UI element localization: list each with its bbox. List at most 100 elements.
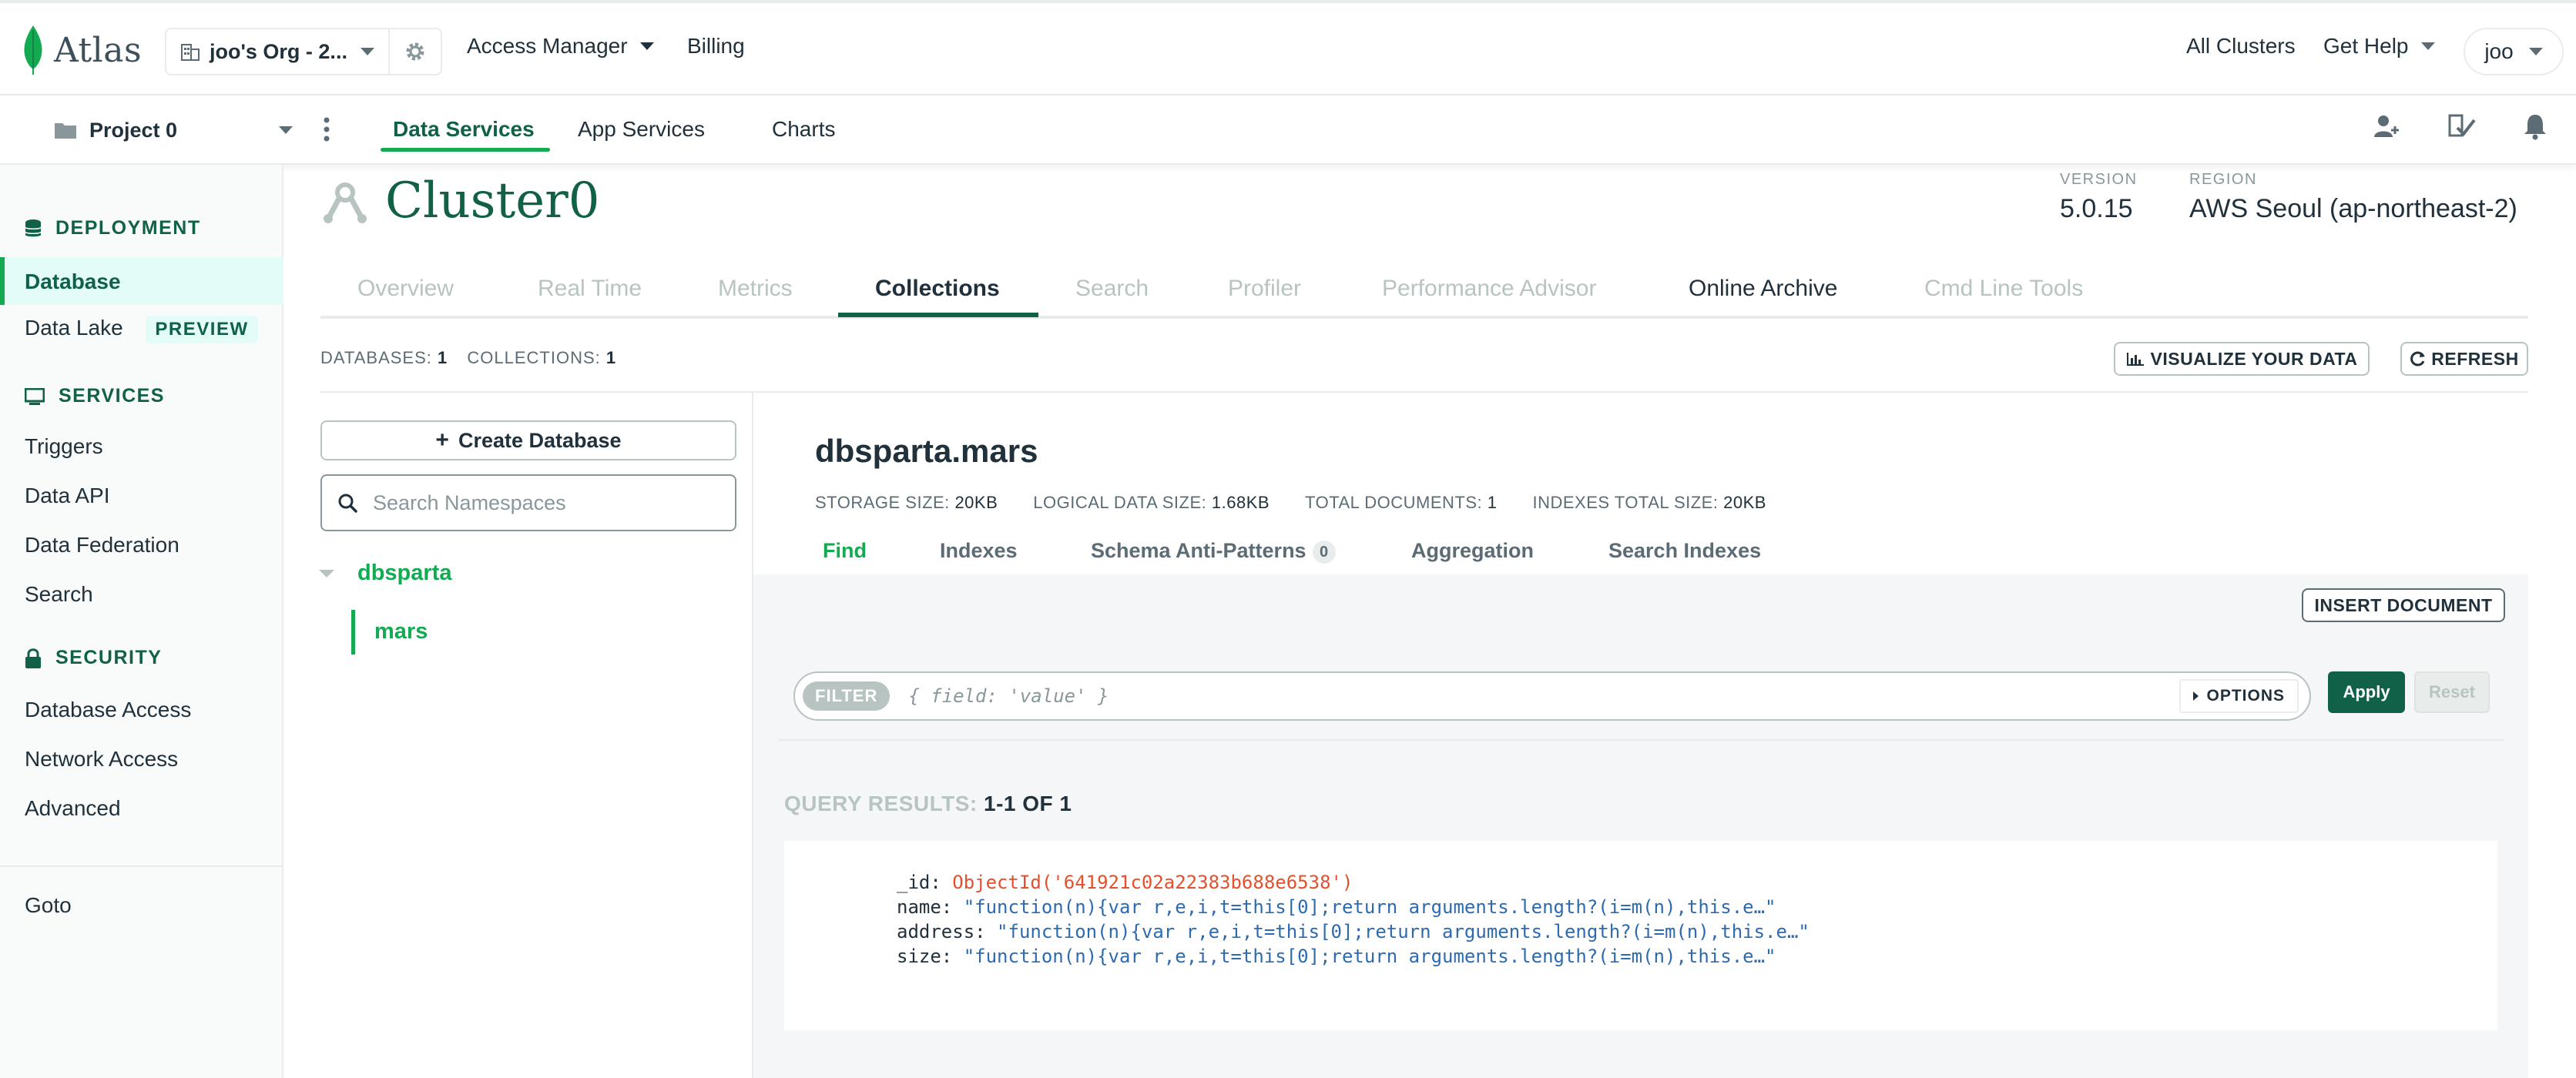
sidebar-item-database-access[interactable]: Database Access xyxy=(25,698,191,722)
doc-field-address: address: "function(n){var r,e,i,t=this[0… xyxy=(897,921,1810,942)
access-manager-label: Access Manager xyxy=(467,34,628,58)
refresh-button[interactable]: REFRESH xyxy=(2400,342,2528,376)
field-key: name: xyxy=(897,896,953,918)
bell-icon[interactable] xyxy=(2522,112,2548,140)
user-name: joo xyxy=(2484,39,2514,63)
namespace-title: dbsparta.mars xyxy=(815,433,1038,469)
org-selector[interactable]: joo's Org - 2... xyxy=(165,28,442,75)
indexes-size-value: 20KB xyxy=(1723,493,1766,512)
section-deployment: DEPLOYMENT xyxy=(25,217,201,239)
reset-button[interactable]: Reset xyxy=(2414,671,2490,713)
search-namespaces-input[interactable] xyxy=(373,490,727,515)
tab-search-indexes[interactable]: Search Indexes xyxy=(1608,539,1761,563)
tab-indexes[interactable]: Indexes xyxy=(940,539,1018,563)
gear-icon xyxy=(406,42,424,61)
databases-count: 1 xyxy=(438,348,448,367)
filter-label: FILTER xyxy=(803,681,891,711)
sidebar-item-network-access[interactable]: Network Access xyxy=(25,747,178,772)
sidebar-item-triggers[interactable]: Triggers xyxy=(25,434,103,459)
chevron-down-icon[interactable] xyxy=(319,570,334,578)
tree-database-dbsparta[interactable]: dbsparta xyxy=(357,561,451,586)
indexes-size-stat: INDEXES TOTAL SIZE: 20KB xyxy=(1532,493,1766,513)
cluster-icon xyxy=(324,182,367,223)
collections-count-label: COLLECTIONS: xyxy=(467,348,601,367)
project-menu-button[interactable] xyxy=(322,116,331,147)
sidebar-divider xyxy=(0,865,283,867)
query-results-label: QUERY RESULTS: xyxy=(784,792,978,815)
sidebar-item-search[interactable]: Search xyxy=(25,582,93,607)
options-button[interactable]: OPTIONS xyxy=(2179,679,2299,713)
sidebar-item-data-lake[interactable]: Data Lake PREVIEW xyxy=(25,316,258,343)
tab-online-archive[interactable]: Online Archive xyxy=(1689,276,1837,302)
sidebar-item-goto[interactable]: Goto xyxy=(25,893,72,918)
leaf-icon xyxy=(24,25,42,75)
data-lake-label: Data Lake xyxy=(25,316,123,340)
search-namespaces xyxy=(320,474,736,531)
filter-input[interactable]: { field: 'value' } xyxy=(908,685,2179,707)
refresh-icon xyxy=(2410,351,2426,367)
tab-schema-anti-patterns[interactable]: Schema Anti-Patterns 0 xyxy=(1091,539,1336,564)
tab-data-services[interactable]: Data Services xyxy=(393,117,535,142)
create-database-label: Create Database xyxy=(458,428,622,452)
tab-find[interactable]: Find xyxy=(823,539,867,563)
indexes-size-label: INDEXES TOTAL SIZE: xyxy=(1532,493,1719,512)
project-selector[interactable]: Project 0 xyxy=(54,112,293,148)
tab-metrics[interactable]: Metrics xyxy=(718,276,793,302)
version-value: 5.0.15 xyxy=(2060,194,2133,223)
field-value: ObjectId('641921c02a22383b688e6538') xyxy=(952,872,1353,893)
cluster-name: Cluster0 xyxy=(385,172,600,229)
vertical-ellipsis-icon xyxy=(324,117,330,142)
version-label: VERSION xyxy=(2060,171,2138,188)
apply-button[interactable]: Apply xyxy=(2328,671,2405,713)
invite-user-icon[interactable] xyxy=(2373,112,2400,140)
get-help-menu[interactable]: Get Help xyxy=(2323,34,2435,59)
tab-app-services[interactable]: App Services xyxy=(578,117,705,142)
cluster-tabs: Overview Real Time Metrics Collections S… xyxy=(320,276,2528,319)
org-settings-button[interactable] xyxy=(390,29,441,74)
anti-patterns-count-badge: 0 xyxy=(1312,540,1336,564)
insert-document-button[interactable]: INSERT DOCUMENT xyxy=(2302,588,2505,622)
plus-icon: + xyxy=(435,427,449,453)
section-services: SERVICES xyxy=(25,385,165,407)
atlas-logo[interactable]: Atlas xyxy=(23,23,142,77)
tab-profiler[interactable]: Profiler xyxy=(1228,276,1301,302)
caret-right-icon xyxy=(2193,691,2199,701)
building-icon xyxy=(181,44,200,61)
logical-size-stat: LOGICAL DATA SIZE: 1.68KB xyxy=(1033,493,1270,513)
field-value: "function(n){var r,e,i,t=this[0];return … xyxy=(963,896,1776,918)
tab-aggregation[interactable]: Aggregation xyxy=(1411,539,1534,563)
create-database-button[interactable]: + Create Database xyxy=(320,420,736,460)
options-label: OPTIONS xyxy=(2206,687,2285,705)
billing-link[interactable]: Billing xyxy=(687,34,745,59)
tab-cmd-line-tools[interactable]: Cmd Line Tools xyxy=(1924,276,2083,302)
all-clusters-link[interactable]: All Clusters xyxy=(2186,34,2296,59)
tab-collections[interactable]: Collections xyxy=(875,276,1000,302)
field-value: "function(n){var r,e,i,t=this[0];return … xyxy=(997,921,1810,942)
top-bar: Atlas joo's Org - 2... Access Manager Bi… xyxy=(0,0,2576,95)
sidebar-item-data-federation[interactable]: Data Federation xyxy=(25,533,179,557)
tree-collection-mars[interactable]: mars xyxy=(374,619,428,644)
visualize-label: VISUALIZE YOUR DATA xyxy=(2150,348,2358,369)
user-menu[interactable]: joo xyxy=(2464,28,2564,75)
tab-overview[interactable]: Overview xyxy=(357,276,454,302)
doc-field-id: _id: ObjectId('641921c02a22383b688e6538'… xyxy=(897,872,1353,893)
tab-search[interactable]: Search xyxy=(1075,276,1149,302)
field-key: size: xyxy=(897,946,953,967)
sidebar-item-database[interactable]: Database xyxy=(25,270,121,294)
chevron-down-icon xyxy=(361,48,374,55)
tab-real-time[interactable]: Real Time xyxy=(538,276,642,302)
find-divider xyxy=(778,739,2504,741)
activity-feed-icon[interactable] xyxy=(2447,112,2477,140)
tab-performance-advisor[interactable]: Performance Advisor xyxy=(1382,276,1596,302)
access-manager-menu[interactable]: Access Manager xyxy=(467,34,654,59)
sidebar-item-data-api[interactable]: Data API xyxy=(25,484,110,508)
sidebar-item-advanced[interactable]: Advanced xyxy=(25,796,121,821)
visualize-data-button[interactable]: VISUALIZE YOUR DATA xyxy=(2114,342,2370,376)
total-docs-value: 1 xyxy=(1487,493,1498,512)
filter-bar: FILTER { field: 'value' } OPTIONS xyxy=(793,671,2311,721)
databases-count-label: DATABASES: xyxy=(320,348,432,367)
tab-charts[interactable]: Charts xyxy=(772,117,835,142)
collections-count: 1 xyxy=(605,348,617,367)
region-label: REGION xyxy=(2189,171,2257,188)
document-card[interactable]: _id: ObjectId('641921c02a22383b688e6538'… xyxy=(784,841,2497,1030)
